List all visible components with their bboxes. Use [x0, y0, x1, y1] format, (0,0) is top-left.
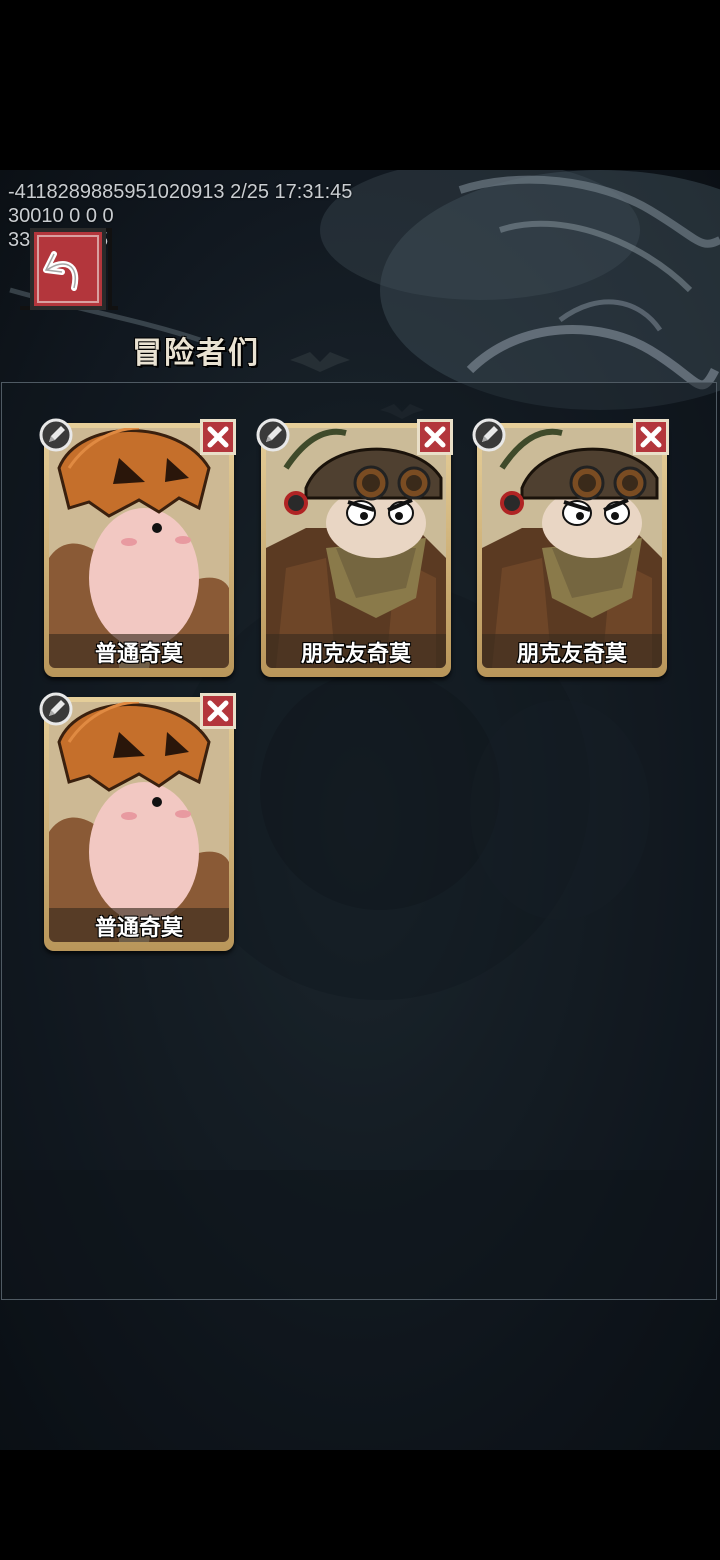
remove-button[interactable] — [198, 417, 238, 457]
edit-button[interactable] — [38, 417, 74, 453]
adventurer-name: 朋克友奇莫 — [300, 642, 411, 667]
edit-button[interactable] — [38, 691, 74, 727]
close-icon — [200, 419, 236, 455]
game-screen: -4118289885951020913 2/25 17:31:45 30010… — [0, 170, 720, 1450]
adventurer-name: 普通奇莫 — [94, 916, 183, 941]
page-title: 冒险者们 — [132, 336, 260, 371]
adventurer-card[interactable]: 普通奇莫 — [39, 418, 236, 677]
card-portrait-area: 朋克友奇莫 — [266, 428, 446, 668]
adventurer-card[interactable]: 朋克友奇莫 — [256, 418, 453, 677]
card-portrait-area: 朋克友奇莫 — [482, 428, 662, 668]
letterbox-top — [0, 0, 720, 170]
close-icon — [417, 419, 453, 455]
punk-goggles-portrait — [266, 428, 446, 668]
back-arrow-icon — [20, 228, 118, 310]
close-icon — [633, 419, 669, 455]
pumpkin-head-portrait — [49, 428, 229, 668]
card-portrait-area: 普通奇莫 — [49, 428, 229, 668]
remove-button[interactable] — [631, 417, 671, 457]
edit-pen-icon — [39, 692, 73, 726]
edit-pen-icon — [39, 418, 73, 452]
close-icon — [200, 693, 236, 729]
adventurer-card[interactable]: 朋克友奇莫 — [472, 418, 669, 677]
card-portrait-area: 普通奇莫 — [49, 702, 229, 942]
debug-line-1: -4118289885951020913 2/25 17:31:45 — [8, 181, 353, 203]
punk-goggles-portrait — [482, 428, 662, 668]
letterbox-bottom — [0, 1450, 720, 1560]
remove-button[interactable] — [415, 417, 455, 457]
back-button[interactable] — [14, 224, 122, 320]
remove-button[interactable] — [198, 691, 238, 731]
edit-pen-icon — [472, 418, 506, 452]
edit-pen-icon — [256, 418, 290, 452]
adventurer-name: 朋克友奇莫 — [516, 642, 627, 667]
edit-button[interactable] — [471, 417, 507, 453]
edit-button[interactable] — [255, 417, 291, 453]
adventurer-list-panel: 普通奇莫 朋克友奇莫 朋克友奇莫 普通奇莫 — [1, 382, 717, 1300]
adventurer-name: 普通奇莫 — [94, 642, 183, 667]
adventurer-card[interactable]: 普通奇莫 — [39, 692, 236, 951]
pumpkin-head-portrait — [49, 702, 229, 942]
